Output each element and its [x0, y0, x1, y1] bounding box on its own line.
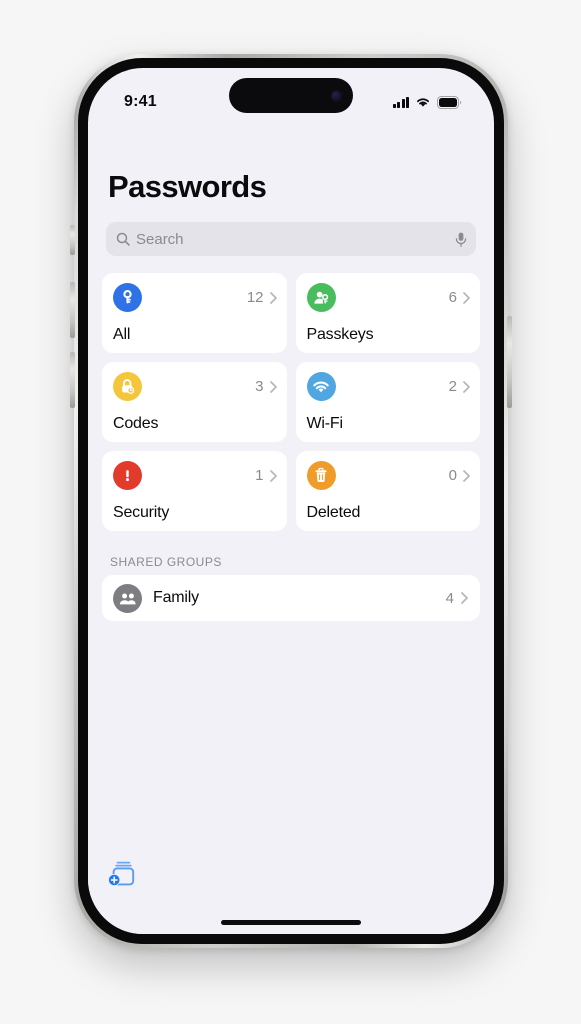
category-count: 3: [255, 378, 264, 395]
card-meta: 1: [255, 467, 277, 484]
card-top-row: 2: [306, 372, 471, 401]
chevron-right-icon: [461, 592, 468, 604]
card-meta: 0: [449, 467, 470, 484]
shared-groups-list: Family 4: [102, 575, 480, 621]
category-label: Security: [113, 504, 170, 521]
front-camera-icon: [331, 90, 342, 101]
wifi-icon: [313, 381, 329, 392]
chevron-right-icon: [463, 380, 470, 393]
shared-group-row-family[interactable]: Family 4: [102, 575, 480, 621]
category-count: 1: [255, 467, 264, 484]
card-top-row: 0: [306, 461, 471, 490]
category-count: 6: [448, 289, 457, 306]
volume-up-button[interactable]: [70, 282, 75, 338]
chevron-right-icon: [269, 380, 277, 393]
card-top-row: 1: [113, 461, 277, 490]
all-badge: [113, 283, 142, 312]
deleted-badge: [306, 461, 336, 490]
device-stage: 9:41 Passwords Search 12 All 6 Passkeys …: [0, 0, 581, 1024]
wifi-badge: [306, 372, 336, 401]
category-count: 0: [448, 467, 457, 484]
category-count: 12: [246, 289, 264, 306]
phone-screen: 9:41 Passwords Search 12 All 6 Passkeys …: [88, 68, 494, 934]
category-label: Wi-Fi: [306, 415, 344, 432]
passkeys-badge: [306, 283, 336, 312]
family-badge: [113, 583, 142, 613]
search-input[interactable]: Search: [106, 222, 476, 256]
codes-badge: [113, 372, 142, 401]
card-top-row: 12: [113, 283, 277, 312]
category-count: 2: [448, 378, 457, 395]
bottom-toolbar: [88, 860, 494, 888]
wifi-icon: [417, 98, 429, 107]
exclamation-circle-icon: [126, 470, 129, 482]
category-card-passkeys[interactable]: 6 Passkeys: [295, 273, 480, 353]
category-label: Passkeys: [306, 326, 374, 343]
cellular-signal-icon: [392, 96, 409, 108]
search-placeholder: Search: [136, 230, 184, 248]
card-top-row: 6: [306, 283, 471, 312]
volume-down-button[interactable]: [70, 352, 75, 408]
shared-group-meta: 4: [446, 590, 468, 607]
people-group-icon: [119, 593, 136, 604]
category-card-deleted[interactable]: 0 Deleted: [295, 451, 480, 531]
status-bar-indicators: [392, 95, 463, 109]
passwords-app: Passwords Search 12 All 6 Passkeys 3 Cod…: [88, 122, 494, 934]
card-meta: 6: [449, 289, 470, 306]
status-bar-time: 9:41: [124, 93, 157, 110]
chevron-right-icon: [463, 469, 470, 482]
page-title: Passwords: [108, 169, 267, 204]
card-top-row: 3: [113, 372, 277, 401]
category-label: All: [113, 326, 131, 343]
shared-group-name: Family: [153, 589, 199, 606]
dynamic-island: [229, 78, 353, 113]
category-label: Deleted: [306, 504, 361, 521]
power-button[interactable]: [507, 316, 512, 408]
trash-icon: [315, 467, 327, 482]
category-card-wifi[interactable]: 2 Wi-Fi: [295, 362, 480, 442]
security-badge: [113, 461, 142, 490]
action-button[interactable]: [70, 225, 75, 255]
category-grid: 12 All 6 Passkeys 3 Codes 2 Wi-Fi 1 Secu…: [102, 273, 480, 531]
add-password-icon[interactable]: [107, 860, 137, 888]
chevron-right-icon: [269, 291, 277, 304]
key-icon: [123, 290, 132, 304]
chevron-right-icon: [463, 291, 470, 304]
card-meta: 3: [255, 378, 277, 395]
shared-groups-header: SHARED GROUPS: [110, 555, 222, 569]
person-key-icon: [314, 291, 329, 304]
category-card-security[interactable]: 1 Security: [102, 451, 287, 531]
lock-clock-icon: [122, 379, 135, 394]
category-card-all[interactable]: 12 All: [102, 273, 287, 353]
card-meta: 2: [449, 378, 470, 395]
battery-full-icon: [437, 95, 462, 109]
shared-group-count: 4: [445, 589, 454, 607]
card-meta: 12: [247, 289, 277, 306]
chevron-right-icon: [269, 469, 277, 482]
search-icon: [116, 232, 130, 246]
category-label: Codes: [113, 415, 159, 432]
microphone-icon[interactable]: [455, 232, 467, 247]
home-indicator[interactable]: [221, 920, 361, 925]
category-card-codes[interactable]: 3 Codes: [102, 362, 287, 442]
